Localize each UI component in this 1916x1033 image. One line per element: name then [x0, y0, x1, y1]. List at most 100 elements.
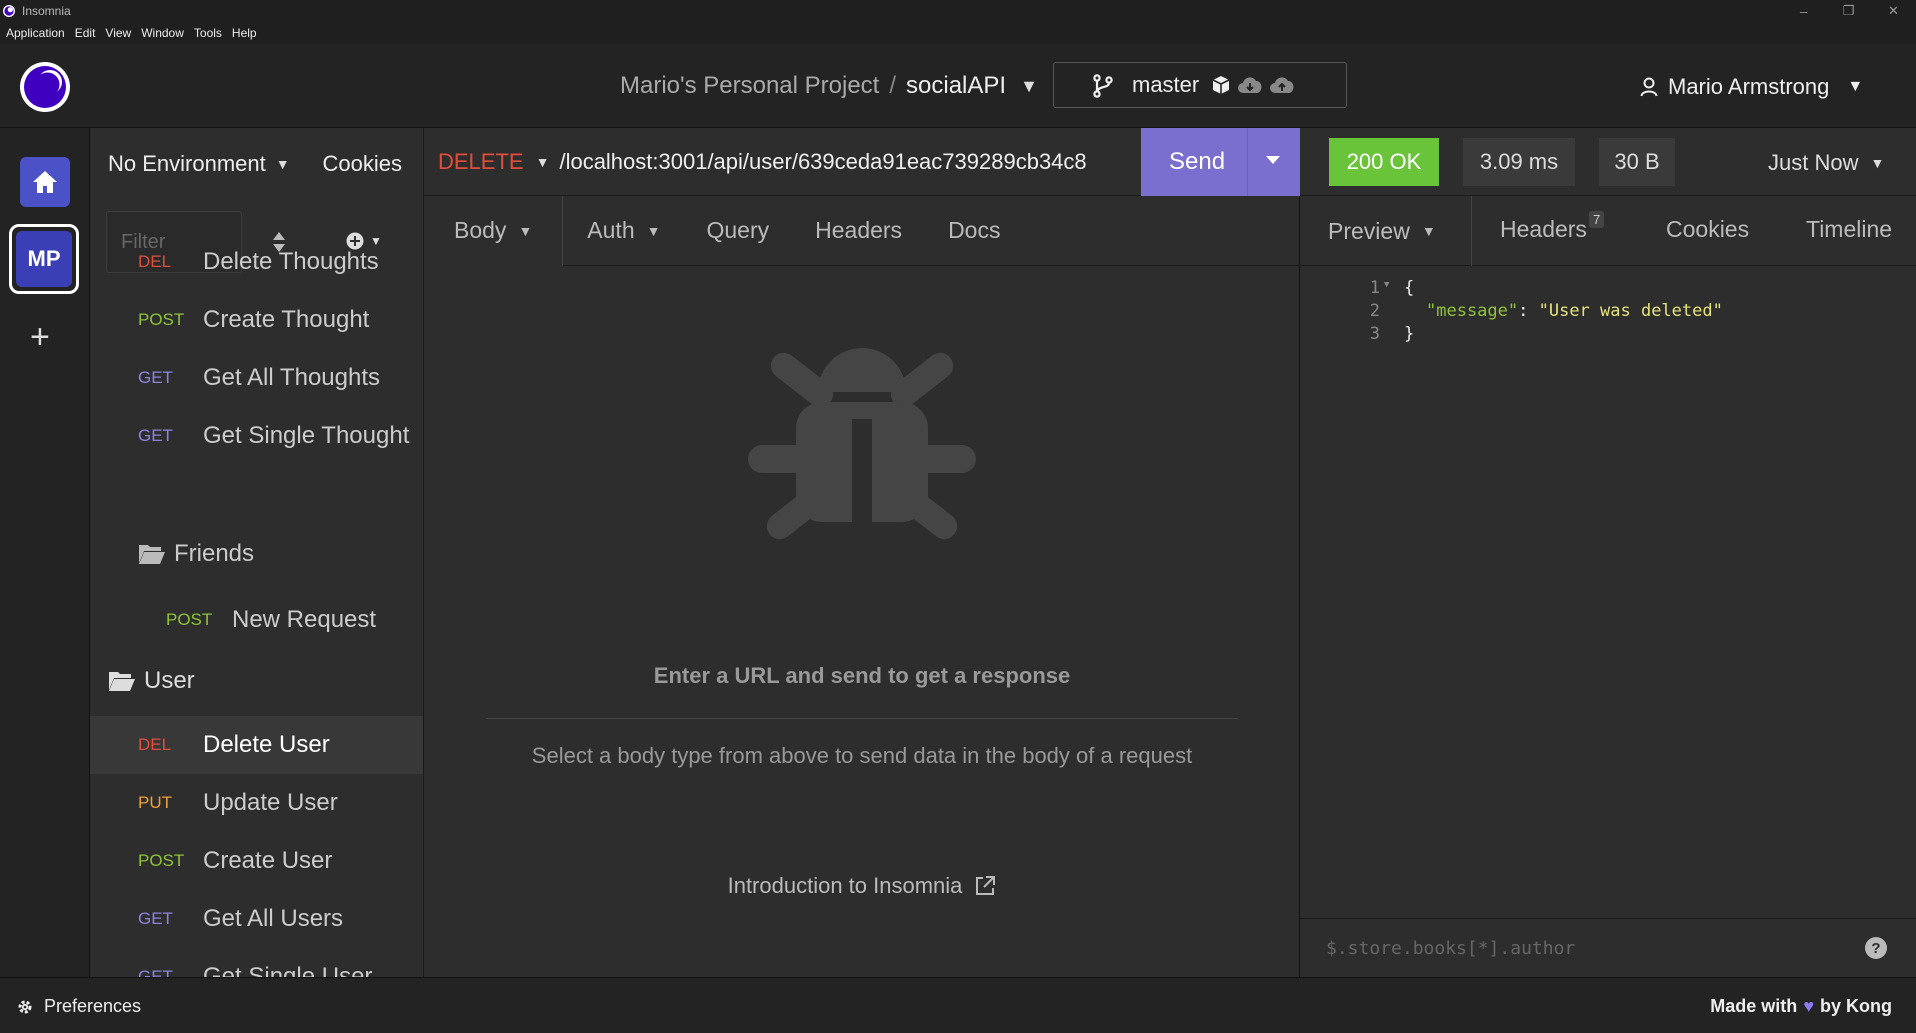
menu-tools[interactable]: Tools	[194, 26, 222, 40]
sidebar-request[interactable]: POST Create Thought	[90, 291, 423, 349]
headers-count-badge: 7	[1588, 211, 1605, 228]
folder-open-icon	[109, 672, 135, 691]
chevron-down-icon: ▼	[1870, 155, 1885, 171]
tab-label: Docs	[948, 217, 1001, 243]
breadcrumb-collection[interactable]: socialAPI	[906, 72, 1006, 100]
divider	[486, 718, 1238, 719]
method-selector[interactable]: DELETE	[438, 149, 524, 175]
request-sidebar: No Environment ▼ Cookies ▼ DEL Delete Th…	[90, 128, 424, 977]
response-status-bar: 200 OK 3.09 ms 30 B Just Now ▼	[1300, 128, 1916, 196]
request-name: Get All Users	[203, 905, 344, 932]
branch-name: master	[1132, 72, 1200, 97]
tab-response-headers[interactable]: Headers 7	[1500, 211, 1605, 243]
sidebar-request[interactable]: POST New Request	[90, 591, 423, 649]
line-number: 3	[1369, 324, 1380, 344]
send-separator	[1247, 128, 1248, 196]
tab-response-cookies[interactable]: Cookies	[1666, 216, 1749, 243]
send-button[interactable]: Send	[1141, 128, 1300, 196]
workspace-rail: MP +	[0, 128, 90, 977]
tab-docs[interactable]: Docs	[948, 217, 1000, 244]
cloud-upload-icon[interactable]	[1269, 75, 1295, 95]
method-badge: POST	[138, 851, 185, 870]
chevron-down-icon[interactable]	[1265, 154, 1281, 166]
response-tabs: Preview ▼ Headers 7 Cookies Timeline	[1300, 196, 1916, 266]
minimize-button[interactable]: –	[1781, 0, 1826, 22]
sidebar-request[interactable]: GET Get Single Thought	[90, 407, 423, 465]
cube-icon	[1212, 76, 1230, 94]
code-line: {	[1404, 278, 1415, 298]
external-link-icon	[976, 876, 996, 895]
method-badge: GET	[138, 967, 173, 977]
gear-icon	[18, 1000, 32, 1013]
response-filter-input[interactable]	[1326, 933, 1826, 963]
made-with-kong[interactable]: Made with ♥ by Kong	[1710, 996, 1892, 1017]
tab-label: Body	[454, 217, 507, 243]
sidebar-request[interactable]: PUT Update User	[90, 774, 423, 832]
cloud-download-icon[interactable]	[1237, 75, 1263, 95]
tab-label: Cookies	[1666, 216, 1750, 242]
url-input[interactable]: /localhost:3001/api/user/639ceda91eac739…	[559, 149, 1086, 175]
menu-bar: Application Edit View Window Tools Help	[0, 22, 1916, 44]
chevron-down-icon[interactable]: ▼	[536, 154, 550, 170]
folder-name: Friends	[174, 540, 255, 567]
fold-icon[interactable]: ▼	[1384, 280, 1389, 290]
tab-label: Preview	[1328, 217, 1410, 244]
breadcrumb-project[interactable]: Mario's Personal Project	[620, 72, 879, 100]
request-name: Get Single User	[203, 963, 373, 977]
menu-application[interactable]: Application	[6, 26, 65, 40]
environment-selector[interactable]: No Environment	[108, 151, 266, 177]
tab-timeline[interactable]: Timeline	[1806, 216, 1892, 243]
sidebar-request[interactable]: GET Get All Users	[90, 890, 423, 948]
tab-body[interactable]: Body ▼	[424, 195, 564, 266]
menu-view[interactable]: View	[105, 26, 131, 40]
preferences-button[interactable]: Preferences	[16, 996, 141, 1017]
chevron-down-icon[interactable]: ▼	[1020, 76, 1038, 97]
add-workspace-icon[interactable]: +	[30, 318, 50, 357]
sidebar-request[interactable]: GET Get Single User	[90, 948, 423, 977]
tab-label: Headers	[815, 217, 903, 243]
by-kong-label: by Kong	[1820, 996, 1892, 1016]
heart-icon: ♥	[1803, 996, 1814, 1016]
line-number: 1	[1369, 278, 1380, 298]
response-history-dropdown[interactable]: Just Now ▼	[1768, 150, 1884, 176]
intro-link[interactable]: Introduction to Insomnia	[424, 873, 1300, 899]
response-pane: 200 OK 3.09 ms 30 B Just Now ▼ Preview ▼…	[1300, 128, 1916, 977]
help-icon[interactable]: ?	[1865, 937, 1887, 959]
tab-headers[interactable]: Headers	[815, 217, 902, 244]
folder-friends[interactable]: Friends	[138, 540, 254, 568]
method-badge: GET	[138, 426, 173, 445]
title-bar: Insomnia – ❐ ✕	[0, 0, 1916, 22]
insomnia-logo-icon[interactable]	[18, 60, 72, 114]
tab-query[interactable]: Query	[706, 217, 769, 244]
cookies-button[interactable]: Cookies	[323, 151, 402, 177]
folder-user[interactable]: User	[108, 667, 195, 695]
method-badge: DEL	[138, 252, 172, 271]
workspace-initials: MP	[16, 231, 72, 287]
method-badge: GET	[138, 909, 173, 928]
response-size-badge: 30 B	[1599, 138, 1675, 186]
line-number: 2	[1369, 301, 1380, 321]
menu-help[interactable]: Help	[232, 26, 257, 40]
code-line: "message": "User was deleted"	[1426, 301, 1723, 321]
sidebar-request[interactable]: GET Get All Thoughts	[90, 349, 423, 407]
workspace-avatar[interactable]: MP	[9, 224, 79, 294]
sidebar-request[interactable]: POST Create User	[90, 832, 423, 890]
tab-preview[interactable]: Preview ▼	[1300, 196, 1472, 266]
close-button[interactable]: ✕	[1871, 0, 1916, 22]
menu-edit[interactable]: Edit	[75, 26, 96, 40]
home-button[interactable]	[20, 157, 70, 207]
user-menu[interactable]: Mario Armstrong ▼	[1640, 74, 1863, 100]
chevron-down-icon[interactable]: ▼	[276, 156, 290, 172]
method-badge: DEL	[138, 735, 172, 754]
maximize-button[interactable]: ❐	[1826, 0, 1871, 22]
sidebar-request-active[interactable]: DEL Delete User	[90, 716, 423, 774]
response-time-badge: 3.09 ms	[1463, 138, 1575, 186]
response-time-label: Just Now	[1768, 150, 1859, 175]
environment-row: No Environment ▼ Cookies	[90, 128, 423, 200]
bug-icon	[748, 348, 976, 540]
git-sync-dropdown[interactable]: master	[1053, 62, 1347, 108]
empty-state-title: Enter a URL and send to get a response	[653, 663, 1071, 688]
sidebar-request[interactable]: DEL Delete Thoughts	[90, 233, 423, 291]
menu-window[interactable]: Window	[141, 26, 184, 40]
tab-auth[interactable]: Auth ▼	[587, 217, 660, 244]
